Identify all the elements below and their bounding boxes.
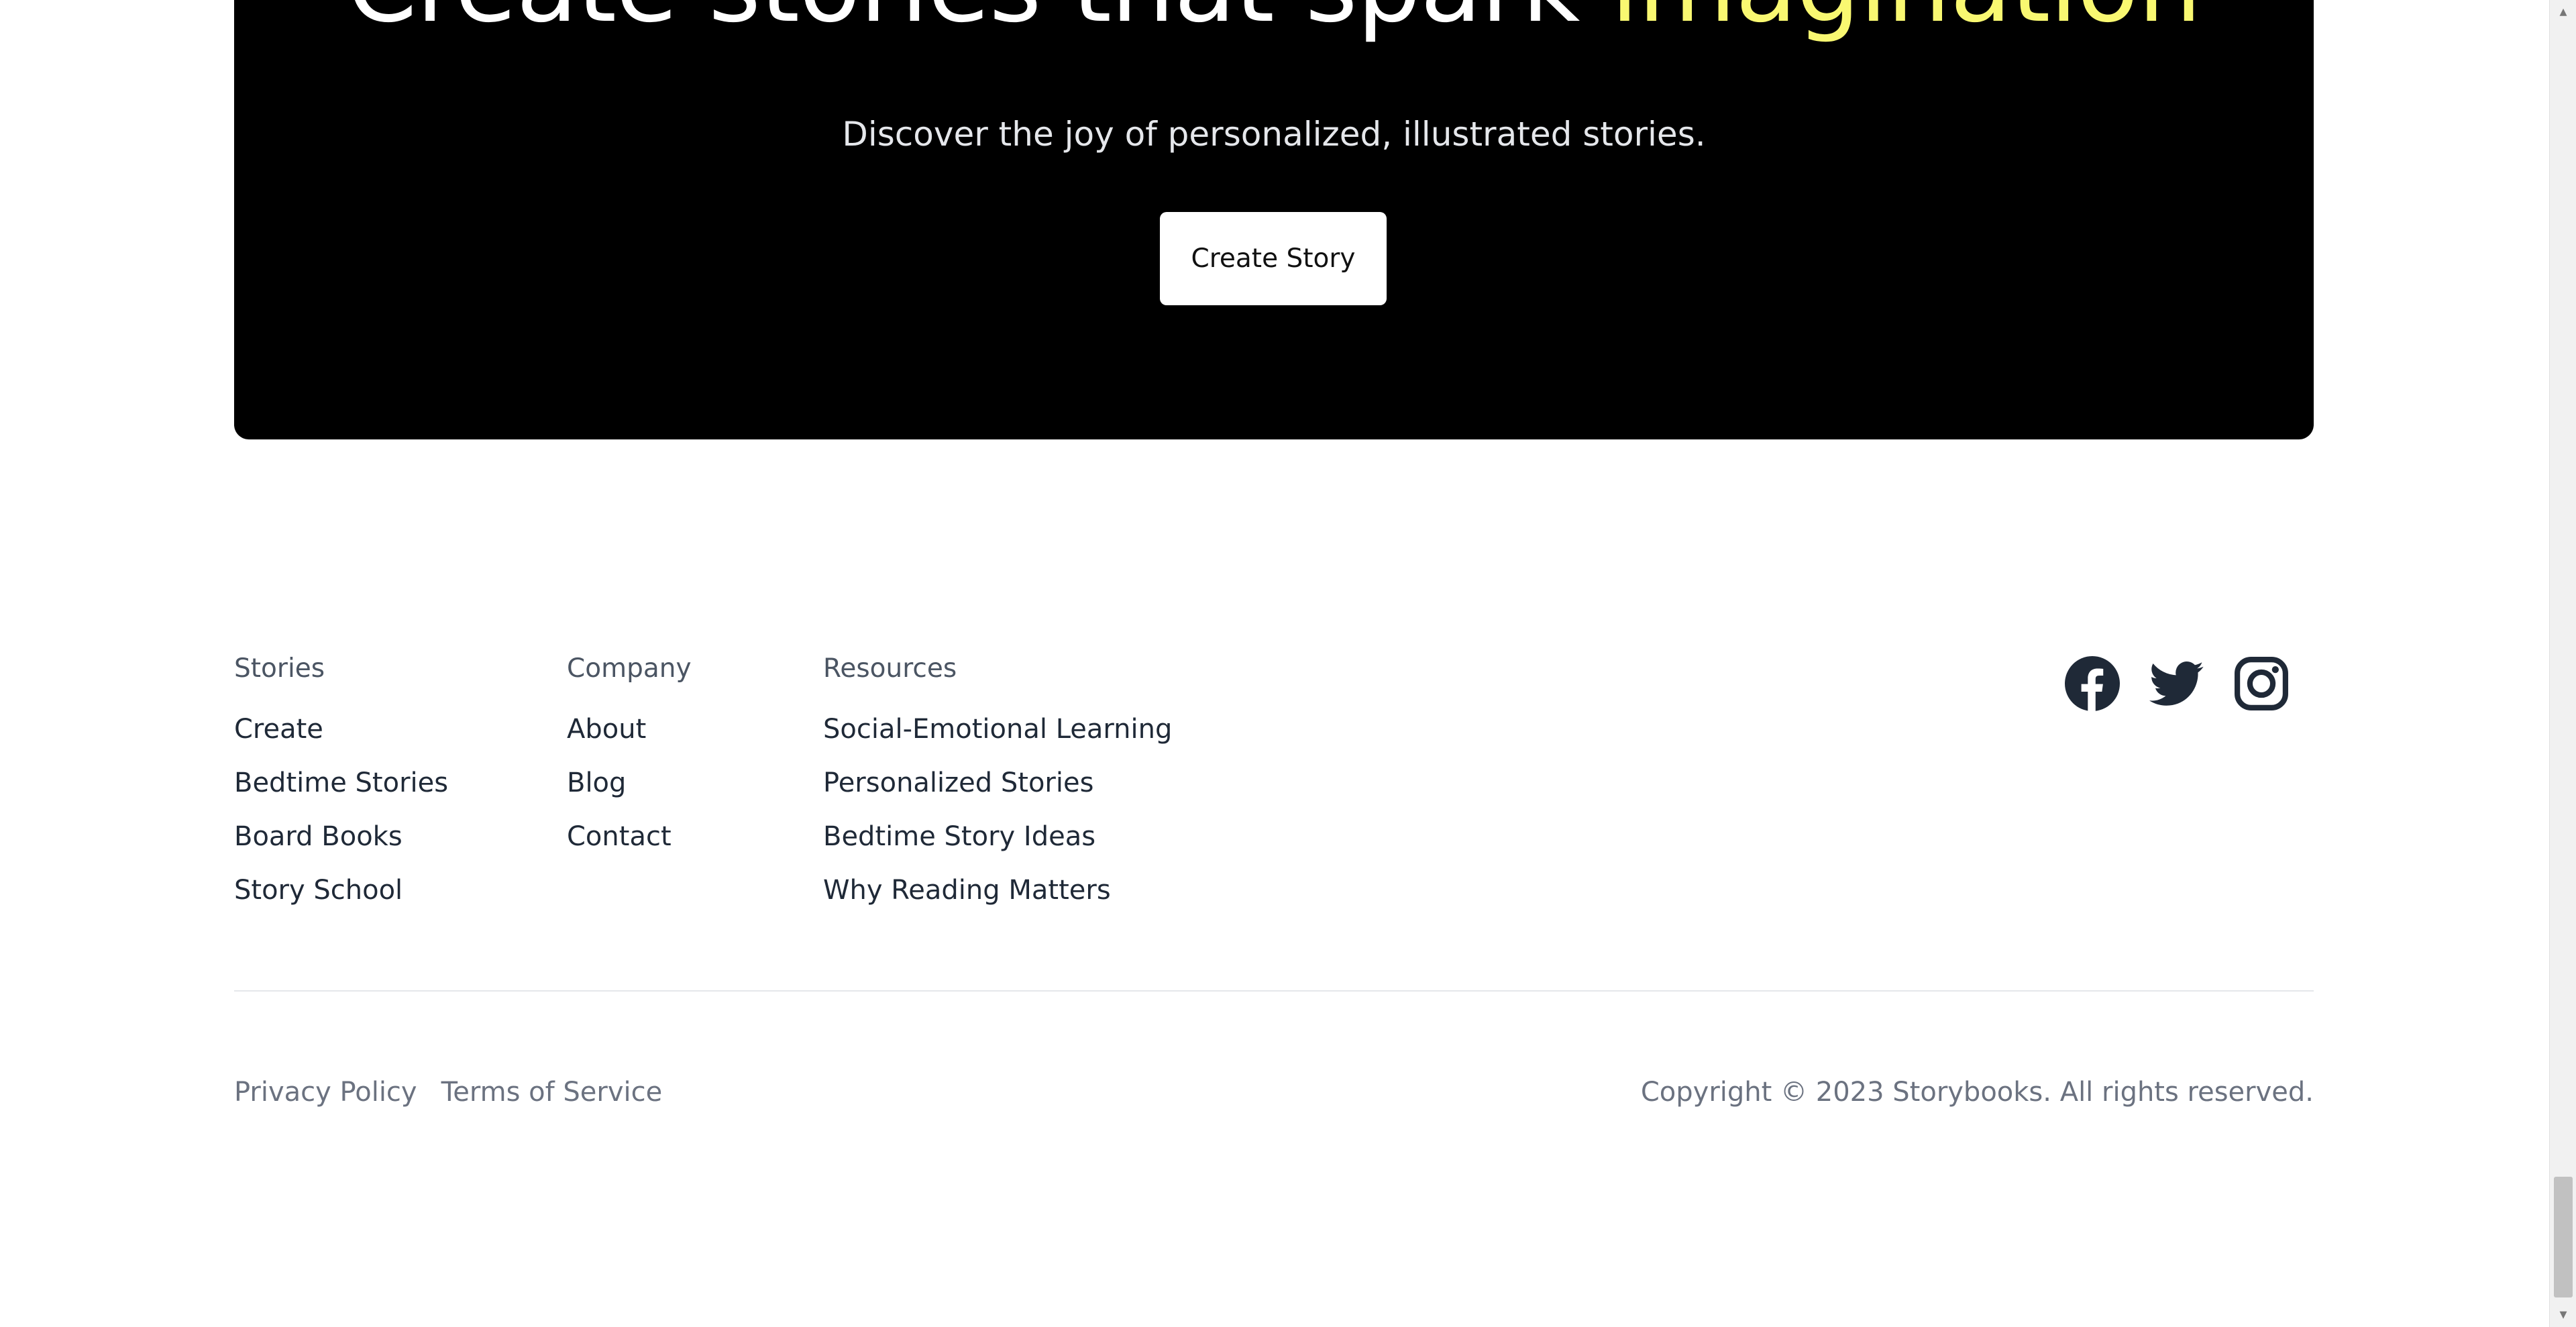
footer-heading-stories: Stories [234,653,325,684]
create-story-button[interactable]: Create Story [1160,212,1387,305]
footer-column-company: Company About Blog Contact [567,652,692,873]
privacy-policy-link[interactable]: Privacy Policy [234,1077,417,1108]
page: Create stories that spark imagination Di… [0,0,2549,1327]
footer-divider [234,990,2314,992]
footer-link-board-books[interactable]: Board Books [234,820,448,853]
footer-link-contact[interactable]: Contact [567,820,692,853]
hero-title: Create stories that spark imagination [234,0,2314,54]
footer-heading-company: Company [567,653,692,684]
scrollbar-thumb[interactable] [2554,1177,2573,1297]
scroll-down-arrow-icon[interactable]: ▾ [2550,1303,2576,1327]
terms-of-service-link[interactable]: Terms of Service [441,1077,663,1108]
social-links [2065,656,2289,716]
scroll-up-arrow-icon[interactable]: ▴ [2550,0,2576,24]
footer-link-social-emotional-learning[interactable]: Social-Emotional Learning [823,712,1172,746]
footer-column-resources: Resources Social-Emotional Learning Pers… [823,652,1172,927]
hero-subtitle: Discover the joy of personalized, illust… [842,115,1706,154]
twitter-icon[interactable] [2149,656,2204,711]
footer-link-about[interactable]: About [567,712,692,746]
copyright-text: Copyright © 2023 Storybooks. All rights … [1640,1077,2314,1108]
footer-link-why-reading-matters[interactable]: Why Reading Matters [823,873,1172,907]
footer-link-blog[interactable]: Blog [567,766,692,800]
footer-link-personalized-stories[interactable]: Personalized Stories [823,766,1172,800]
footer-heading-resources: Resources [823,653,957,684]
hero-title-main: Create stories that spark [347,0,1611,45]
footer-link-create[interactable]: Create [234,712,448,746]
footer-column-stories: Stories Create Bedtime Stories Board Boo… [234,652,448,927]
vertical-scrollbar[interactable]: ▴ ▾ [2549,0,2576,1327]
facebook-icon[interactable] [2065,656,2120,711]
footer-link-bedtime-stories[interactable]: Bedtime Stories [234,766,448,800]
footer-link-story-school[interactable]: Story School [234,873,448,907]
legal-links: Privacy Policy Terms of Service [234,1075,686,1109]
cta-banner: Create stories that spark imagination Di… [234,0,2314,439]
footer-link-bedtime-story-ideas[interactable]: Bedtime Story Ideas [823,820,1172,853]
instagram-icon[interactable] [2234,656,2289,711]
footer-columns: Stories Create Bedtime Stories Board Boo… [234,652,2314,920]
hero-title-accent: imagination [1611,0,2202,45]
